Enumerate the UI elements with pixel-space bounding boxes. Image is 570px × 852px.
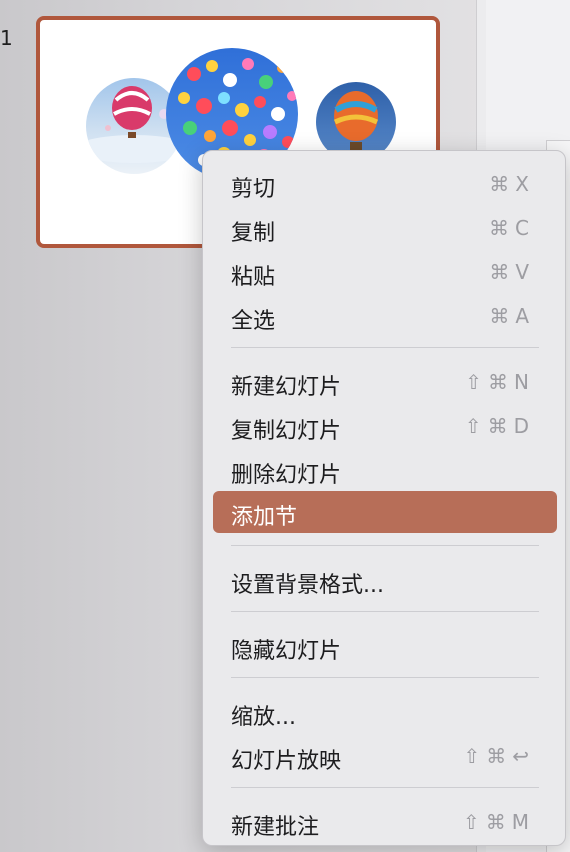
menu-item-shortcut: ⌘C xyxy=(489,216,535,240)
menu-item-label: 设置背景格式... xyxy=(231,573,384,598)
menu-item-cut[interactable]: 剪切 ⌘X xyxy=(213,163,557,205)
menu-item-new-comment[interactable]: 新建批注 ⇧⌘M xyxy=(213,801,557,843)
menu-item-paste[interactable]: 粘贴 ⌘V xyxy=(213,251,557,293)
menu-item-shortcut: ⇧⌘M xyxy=(462,810,535,834)
menu-item-label: 新建批注 xyxy=(231,815,320,840)
menu-item-shortcut: ⌘A xyxy=(489,304,535,328)
menu-item-add-section[interactable]: 添加节 xyxy=(213,491,557,533)
menu-item-shortcut: ⌘V xyxy=(489,260,535,284)
menu-item-format-background[interactable]: 设置背景格式... xyxy=(213,559,557,601)
menu-item-zoom[interactable]: 缩放... xyxy=(213,691,557,733)
menu-separator xyxy=(231,347,539,348)
menu-separator xyxy=(231,677,539,678)
slide-number: 1 xyxy=(0,26,13,50)
menu-item-copy[interactable]: 复制 ⌘C xyxy=(213,207,557,249)
menu-item-label: 全选 xyxy=(231,309,276,334)
menu-item-duplicate-slide[interactable]: 复制幻灯片 ⇧⌘D xyxy=(213,405,557,447)
menu-item-label: 添加节 xyxy=(231,505,298,530)
menu-item-shortcut: ⇧⌘N xyxy=(465,370,535,394)
menu-item-shortcut: ⇧⌘↩ xyxy=(463,744,535,768)
menu-item-hide-slide[interactable]: 隐藏幻灯片 xyxy=(213,625,557,667)
menu-item-label: 剪切 xyxy=(231,177,276,202)
menu-item-label: 粘贴 xyxy=(231,265,276,290)
menu-item-slideshow[interactable]: 幻灯片放映 ⇧⌘↩ xyxy=(213,735,557,777)
menu-separator xyxy=(231,545,539,546)
context-menu: 剪切 ⌘X 复制 ⌘C 粘贴 ⌘V 全选 ⌘A 新建幻灯片 ⇧⌘N 复制幻灯片 … xyxy=(202,150,566,846)
menu-item-label: 复制幻灯片 xyxy=(231,419,342,444)
menu-item-select-all[interactable]: 全选 ⌘A xyxy=(213,295,557,337)
menu-item-delete-slide[interactable]: 删除幻灯片 xyxy=(213,449,557,491)
menu-item-label: 缩放... xyxy=(231,705,296,730)
menu-separator xyxy=(231,611,539,612)
menu-separator xyxy=(231,787,539,788)
menu-item-label: 删除幻灯片 xyxy=(231,463,342,488)
menu-item-label: 幻灯片放映 xyxy=(231,749,342,774)
menu-item-label: 隐藏幻灯片 xyxy=(231,639,342,664)
menu-item-shortcut: ⌘X xyxy=(489,172,535,196)
menu-item-new-slide[interactable]: 新建幻灯片 ⇧⌘N xyxy=(213,361,557,403)
menu-item-label: 复制 xyxy=(231,221,276,246)
menu-item-label: 新建幻灯片 xyxy=(231,375,342,400)
menu-item-shortcut: ⇧⌘D xyxy=(464,414,535,438)
